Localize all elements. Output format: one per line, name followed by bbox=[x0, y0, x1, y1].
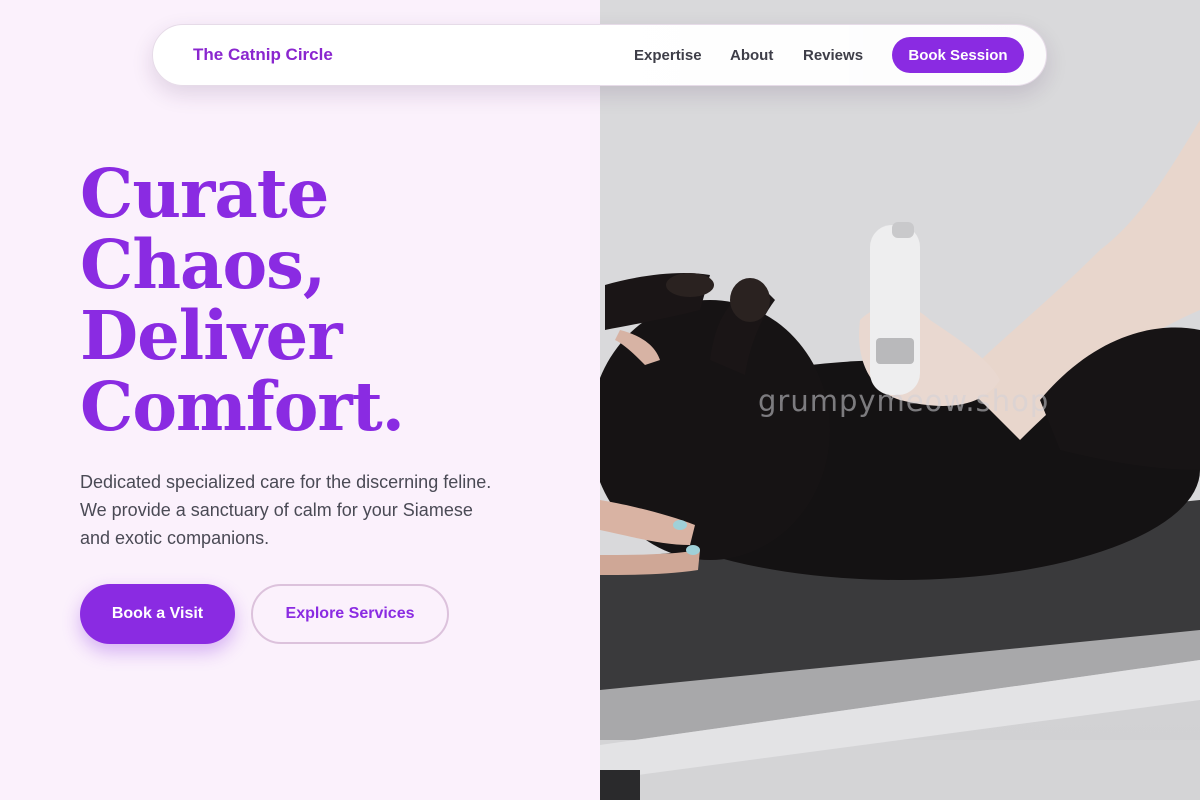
brand-logo-text[interactable]: The Catnip Circle bbox=[193, 45, 333, 65]
nav-link-expertise[interactable]: Expertise bbox=[634, 47, 702, 64]
nav-link-about[interactable]: About bbox=[730, 47, 773, 64]
top-nav: The Catnip Circle Expertise About Review… bbox=[152, 24, 1047, 86]
headline-line: Chaos, bbox=[80, 225, 326, 304]
nav-link-reviews[interactable]: Reviews bbox=[803, 47, 863, 64]
watermark-text: grumpymeow.shop bbox=[758, 384, 1050, 418]
hero-photo: grumpymeow.shop bbox=[600, 0, 1200, 800]
headline-line: Deliver bbox=[80, 296, 343, 375]
headline-line: Curate bbox=[80, 154, 329, 233]
headline-line: Comfort. bbox=[80, 367, 405, 446]
hero-headline: Curate Chaos, Deliver Comfort. bbox=[80, 158, 560, 442]
hero-description: Dedicated specialized care for the disce… bbox=[80, 472, 492, 548]
book-session-button[interactable]: Book Session bbox=[892, 37, 1024, 73]
explore-services-button[interactable]: Explore Services bbox=[251, 584, 449, 644]
book-visit-button[interactable]: Book a Visit bbox=[80, 584, 235, 644]
